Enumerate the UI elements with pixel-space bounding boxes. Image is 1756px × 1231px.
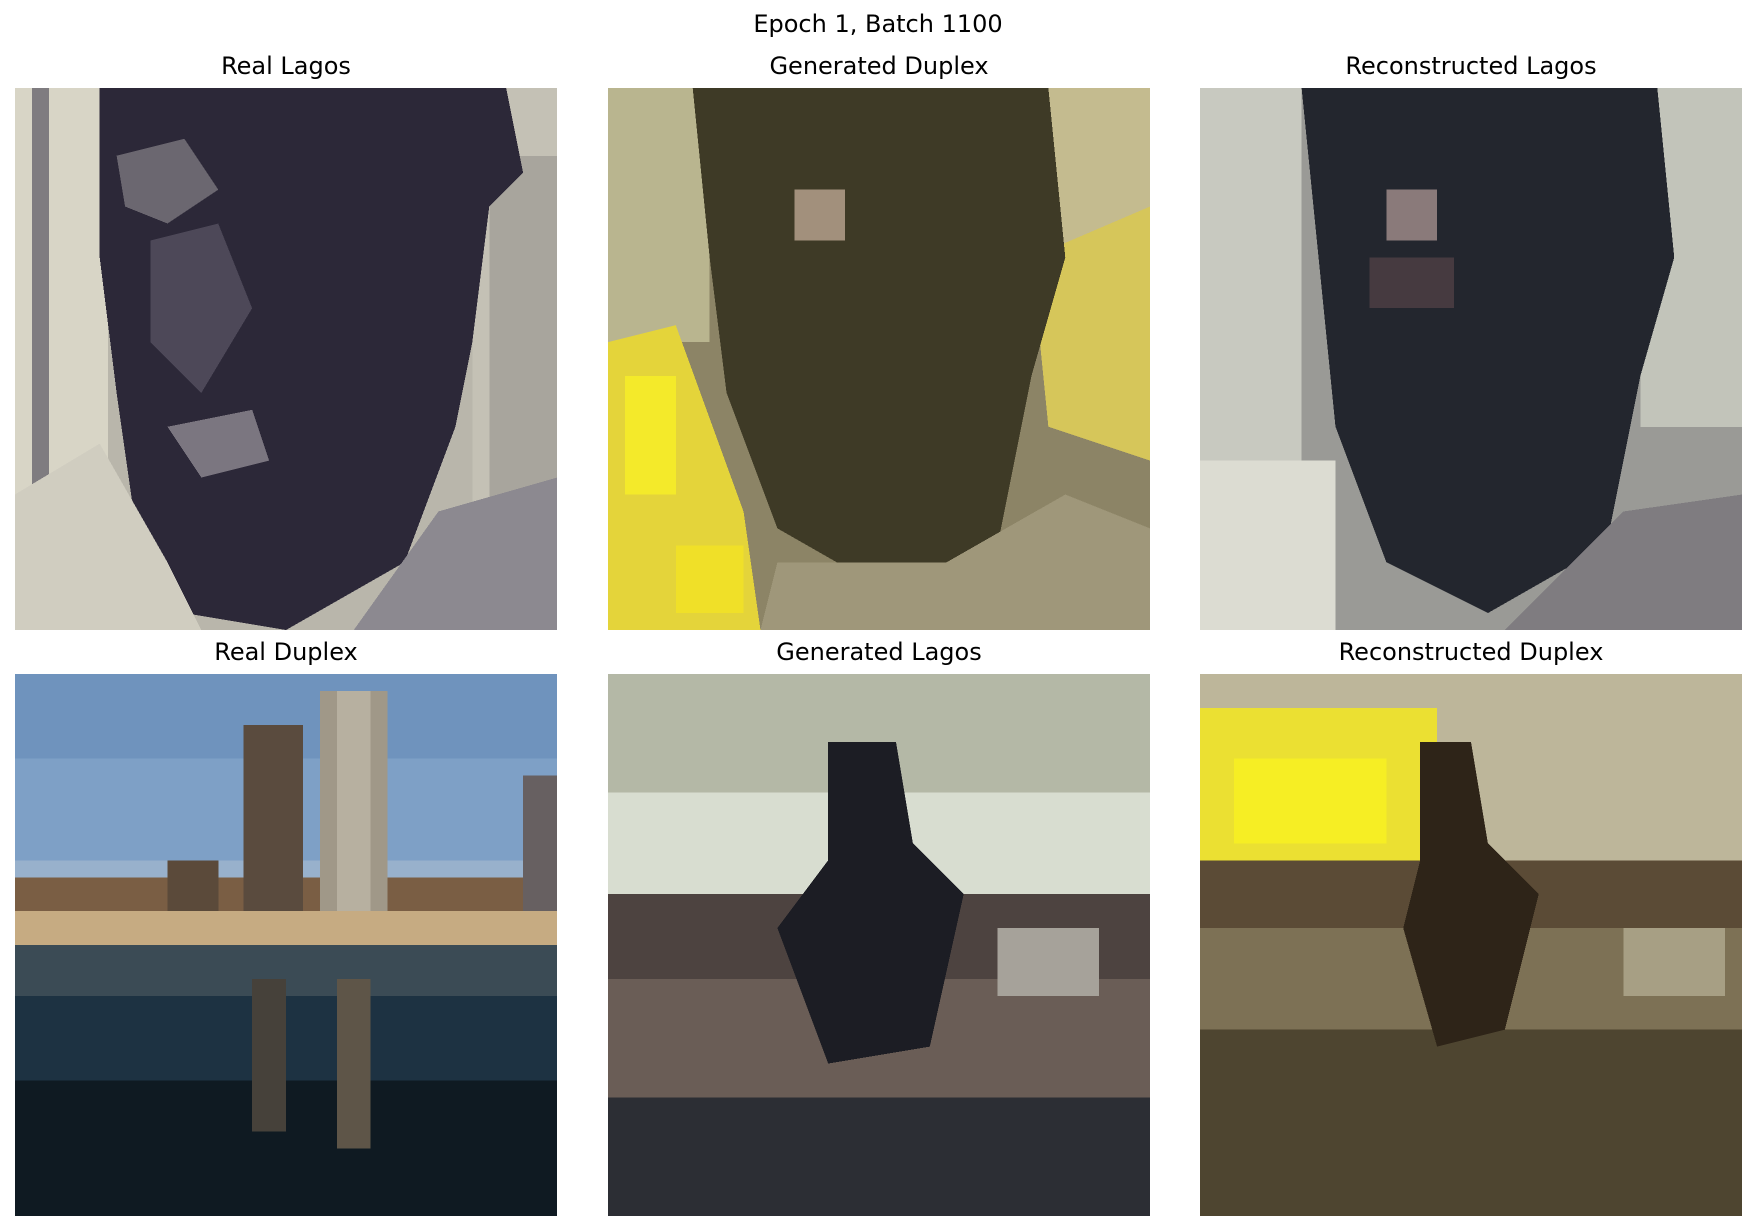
panel-title-real-lagos: Real Lagos <box>221 52 351 80</box>
figure-title: Epoch 1, Batch 1100 <box>753 10 1003 38</box>
panel-title-reconstructed-duplex: Reconstructed Duplex <box>1338 638 1604 666</box>
image-real-duplex <box>15 674 557 1216</box>
image-generated-duplex <box>608 88 1150 630</box>
panel-title-reconstructed-lagos: Reconstructed Lagos <box>1345 52 1597 80</box>
image-generated-lagos <box>608 674 1150 1216</box>
panel-title-real-duplex: Real Duplex <box>214 638 358 666</box>
panel-title-generated-duplex: Generated Duplex <box>769 52 989 80</box>
image-reconstructed-duplex <box>1200 674 1742 1216</box>
image-real-lagos <box>15 88 557 630</box>
image-reconstructed-lagos <box>1200 88 1742 630</box>
panel-title-generated-lagos: Generated Lagos <box>776 638 982 666</box>
